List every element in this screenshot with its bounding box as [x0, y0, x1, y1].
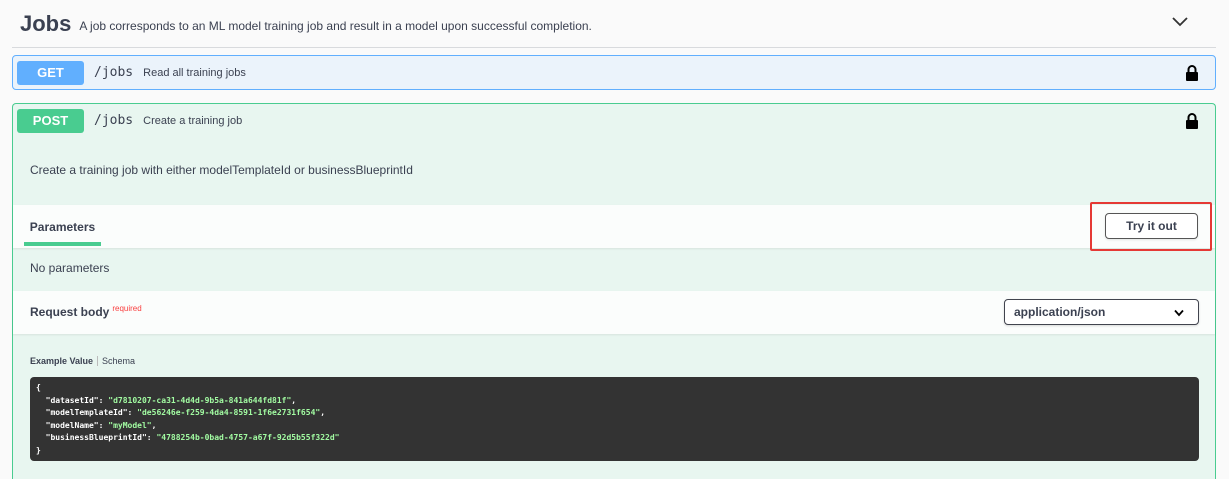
request-body-header: Request body required application/json	[13, 291, 1215, 334]
operation-path: /jobs	[94, 113, 134, 128]
method-badge-post: POST	[17, 108, 84, 133]
operation-summary-text: Create a training job	[143, 114, 243, 127]
code-brace-close: }	[36, 445, 41, 455]
request-body-title: Request body	[30, 305, 110, 319]
tag-title: Jobs	[20, 10, 72, 36]
tab-schema[interactable]: Schema	[102, 356, 135, 366]
operation-summary[interactable]: POST /jobs Create a training job	[13, 104, 1215, 137]
required-badge: required	[112, 304, 142, 313]
code-value: "d7810207-ca31-4d4d-9b5a-841a644fd81f"	[108, 395, 292, 405]
content-type-select[interactable]: application/json	[1004, 299, 1199, 325]
method-badge-get: GET	[17, 60, 84, 85]
operation-summary[interactable]: GET /jobs Read all training jobs	[13, 56, 1215, 89]
code-value: "4788254b-0bad-4757-a67f-92d5b55f322d"	[156, 433, 340, 442]
code-value: "de56246e-f259-4da4-8591-1f6e2731f654"	[137, 408, 321, 417]
tab-example-value[interactable]: Example Value	[30, 356, 93, 366]
code-key: "datasetId"	[45, 395, 99, 405]
operation-summary-text: Read all training jobs	[143, 66, 246, 79]
code-separator: ,	[151, 420, 157, 430]
code-value: "myModel"	[108, 420, 152, 430]
parameters-header: Parameters Try it out	[13, 202, 1215, 251]
operation-post-jobs: POST /jobs Create a training job Create …	[12, 103, 1216, 479]
operation-get-jobs[interactable]: GET /jobs Read all training jobs	[12, 55, 1216, 90]
tab-underline	[24, 242, 101, 246]
tab-divider	[97, 356, 99, 366]
example-schema-tabs: Example Value Schema	[30, 356, 135, 366]
content-type-value: application/json	[1014, 305, 1106, 319]
code-key: "modelTemplateId"	[45, 408, 128, 417]
tag-description: A job corresponds to an ML model trainin…	[79, 18, 592, 33]
no-parameters-text: No parameters	[30, 261, 110, 275]
operation-description: Create a training job with either modelT…	[30, 163, 413, 177]
tag-header[interactable]: Jobs A job corresponds to an ML model tr…	[12, 0, 1216, 48]
lock-icon[interactable]	[1185, 113, 1199, 129]
chevron-down-icon[interactable]	[1170, 12, 1190, 32]
lock-icon[interactable]	[1185, 65, 1199, 81]
operation-path: /jobs	[94, 65, 134, 80]
code-brace-open: {	[36, 383, 41, 392]
request-body-label: Request body required	[30, 304, 142, 319]
chevron-down-icon	[1174, 309, 1184, 317]
example-code-block: { "datasetId": "d7810207-ca31-4d4d-9b5a-…	[30, 377, 1199, 461]
code-key: "businessBlueprintId"	[45, 433, 147, 442]
try-it-out-button[interactable]: Try it out	[1105, 213, 1198, 239]
code-separator: ,	[320, 408, 326, 417]
code-key: "modelName"	[45, 420, 99, 430]
code-separator: ,	[291, 395, 297, 405]
